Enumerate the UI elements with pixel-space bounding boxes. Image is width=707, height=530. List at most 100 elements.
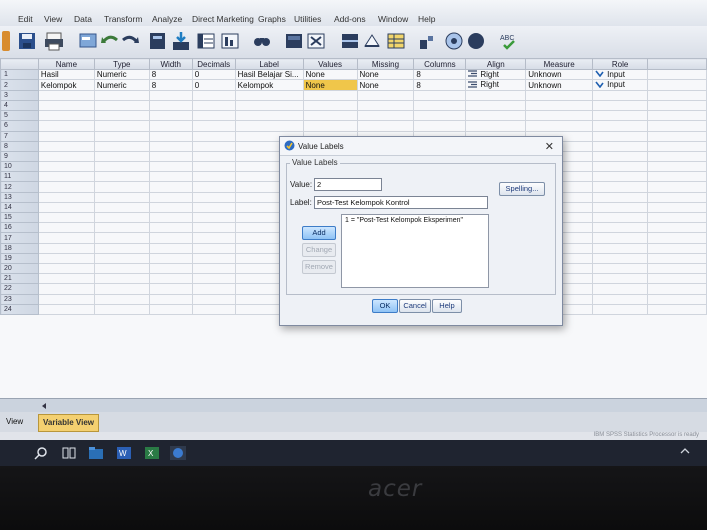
row-number[interactable]: 7 <box>0 130 39 142</box>
empty-cell[interactable] <box>93 283 150 295</box>
empty-cell[interactable] <box>592 283 649 295</box>
tray-chevron-up-icon[interactable] <box>680 446 690 456</box>
empty-cell[interactable] <box>592 273 649 285</box>
word-icon[interactable]: W <box>116 446 132 460</box>
empty-cell[interactable] <box>647 262 707 275</box>
empty-cell[interactable] <box>647 212 707 224</box>
empty-cell[interactable] <box>592 130 649 142</box>
empty-cell[interactable] <box>93 303 150 315</box>
empty-cell[interactable] <box>191 222 236 234</box>
find-icon[interactable] <box>252 31 272 51</box>
empty-cell[interactable] <box>465 99 527 112</box>
tab-data-view[interactable]: View <box>2 414 27 430</box>
empty-cell[interactable] <box>148 252 193 264</box>
empty-cell[interactable] <box>302 89 358 101</box>
empty-cell[interactable] <box>592 89 649 101</box>
empty-cell[interactable] <box>647 293 707 305</box>
empty-cell[interactable] <box>37 150 95 163</box>
row-number[interactable]: 5 <box>0 110 39 122</box>
empty-cell[interactable] <box>191 99 236 112</box>
cell-align[interactable]: Right <box>465 79 527 91</box>
empty-cell[interactable] <box>302 110 358 122</box>
row-number[interactable]: 22 <box>0 283 39 295</box>
empty-cell[interactable] <box>191 150 236 163</box>
empty-cell[interactable] <box>647 303 707 315</box>
empty-cell[interactable] <box>37 99 95 112</box>
row-number[interactable]: 21 <box>0 273 39 285</box>
empty-cell[interactable] <box>37 120 95 132</box>
row-number[interactable]: 10 <box>0 161 39 173</box>
empty-cell[interactable] <box>191 120 236 132</box>
horizontal-scrollbar[interactable] <box>0 398 707 413</box>
empty-cell[interactable] <box>647 89 707 101</box>
empty-cell[interactable] <box>37 293 95 305</box>
empty-cell[interactable] <box>148 150 193 163</box>
empty-cell[interactable] <box>592 191 649 203</box>
empty-cell[interactable] <box>191 171 236 183</box>
empty-cell[interactable] <box>647 150 707 163</box>
row-number[interactable]: 13 <box>0 191 39 203</box>
empty-cell[interactable] <box>413 120 467 132</box>
empty-cell[interactable] <box>525 110 594 122</box>
empty-cell[interactable] <box>525 99 594 112</box>
empty-cell[interactable] <box>93 212 150 224</box>
empty-cell[interactable] <box>93 99 150 112</box>
empty-cell[interactable] <box>148 212 193 224</box>
empty-cell[interactable] <box>148 303 193 315</box>
run-descriptive-icon[interactable] <box>220 31 240 51</box>
empty-cell[interactable] <box>148 293 193 305</box>
empty-cell[interactable] <box>647 232 707 244</box>
empty-cell[interactable] <box>191 89 236 101</box>
empty-cell[interactable] <box>191 201 236 214</box>
empty-cell[interactable] <box>93 262 150 275</box>
col-header-decimals[interactable]: Decimals <box>191 58 236 70</box>
empty-cell[interactable] <box>37 242 95 254</box>
empty-cell[interactable] <box>647 171 707 183</box>
empty-cell[interactable] <box>592 110 649 122</box>
empty-cell[interactable] <box>592 252 649 264</box>
empty-cell[interactable] <box>647 181 707 193</box>
empty-cell[interactable] <box>191 252 236 264</box>
empty-cell[interactable] <box>592 303 649 315</box>
empty-cell[interactable] <box>592 150 649 163</box>
empty-cell[interactable] <box>93 130 150 142</box>
empty-cell[interactable] <box>37 262 95 275</box>
empty-cell[interactable] <box>37 303 95 315</box>
empty-cell[interactable] <box>37 181 95 193</box>
empty-cell[interactable] <box>93 232 150 244</box>
empty-cell[interactable] <box>191 191 236 203</box>
row-number[interactable]: 14 <box>0 201 39 214</box>
cell-align[interactable]: Right <box>465 68 527 81</box>
empty-cell[interactable] <box>37 110 95 122</box>
empty-cell[interactable] <box>93 201 150 214</box>
task-view-icon[interactable] <box>62 446 76 460</box>
empty-cell[interactable] <box>37 171 95 183</box>
empty-cell[interactable] <box>37 273 95 285</box>
col-header-columns[interactable]: Columns <box>413 58 467 70</box>
empty-cell[interactable] <box>37 283 95 295</box>
cell-width[interactable]: 8 <box>148 68 193 81</box>
insert-variable-icon[interactable] <box>306 31 326 51</box>
empty-cell[interactable] <box>148 110 193 122</box>
row-number[interactable]: 2 <box>0 79 39 91</box>
cell-width[interactable]: 8 <box>148 79 193 91</box>
empty-cell[interactable] <box>148 130 193 142</box>
goto-case-icon[interactable] <box>148 31 168 51</box>
empty-cell[interactable] <box>234 99 304 112</box>
empty-cell[interactable] <box>647 222 707 234</box>
empty-cell[interactable] <box>191 262 236 275</box>
empty-cell[interactable] <box>356 110 415 122</box>
empty-cell[interactable] <box>525 89 594 101</box>
row-number[interactable]: 24 <box>0 303 39 315</box>
insert-cases-icon[interactable] <box>284 31 304 51</box>
empty-cell[interactable] <box>148 161 193 173</box>
empty-cell[interactable] <box>525 120 594 132</box>
empty-cell[interactable] <box>191 181 236 193</box>
empty-cell[interactable] <box>148 201 193 214</box>
empty-cell[interactable] <box>234 110 304 122</box>
empty-cell[interactable] <box>356 99 415 112</box>
empty-cell[interactable] <box>37 201 95 214</box>
ok-button[interactable]: OK <box>372 299 398 313</box>
cell-type[interactable]: Numeric <box>93 68 150 81</box>
list-item[interactable]: 1 = "Post-Test Kelompok Eksperimen" <box>342 215 488 226</box>
